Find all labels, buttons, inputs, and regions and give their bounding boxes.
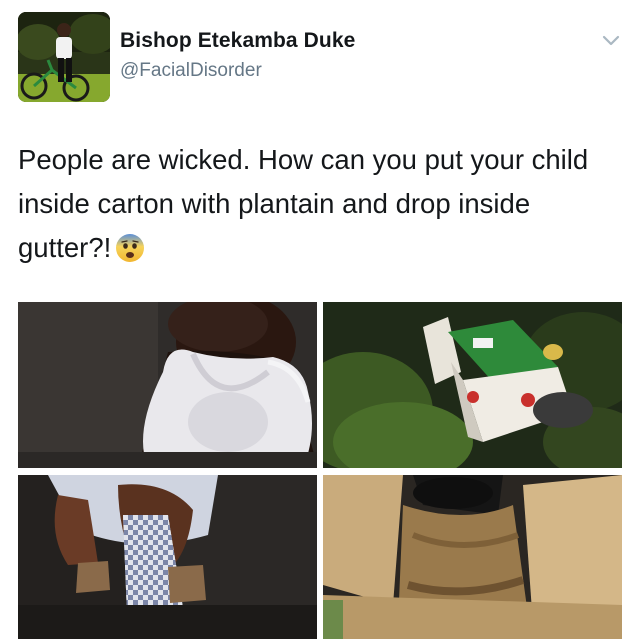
photo-carton-in-bush[interactable] (323, 302, 622, 468)
user-handle[interactable]: @FacialDisorder (120, 60, 262, 82)
photo-child-in-vest[interactable] (18, 302, 317, 468)
photo-child-legs-sandals[interactable] (18, 475, 317, 639)
media-grid (18, 302, 622, 639)
chevron-down-icon[interactable] (600, 30, 622, 52)
fearful-face-emoji-icon (116, 234, 145, 262)
photo-child-legs-sandals-image (18, 475, 317, 639)
tweet-body: People are wicked. How can you put your … (18, 144, 589, 263)
photo-carton-in-bush-image (323, 302, 622, 468)
avatar[interactable] (18, 12, 110, 102)
display-name[interactable]: Bishop Etekamba Duke (120, 29, 355, 53)
tweet-card: Bishop Etekamba Duke @FacialDisorder Peo… (0, 0, 640, 639)
photo-child-in-vest-image (18, 302, 317, 468)
tweet-text: People are wicked. How can you put your … (18, 138, 622, 270)
photo-open-carton-image (323, 475, 622, 639)
photo-open-carton[interactable] (323, 475, 622, 639)
avatar-image (18, 12, 110, 102)
